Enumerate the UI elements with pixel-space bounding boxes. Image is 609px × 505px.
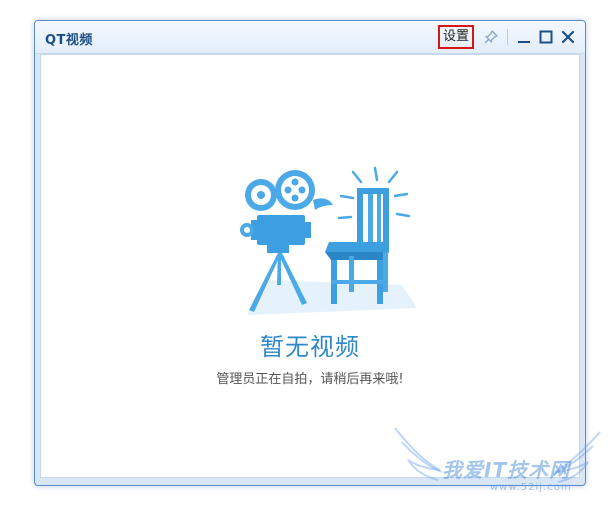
screen: QT视频 设置 暂无视频 管理员正在自拍，请稍后再来哦! 我爱IT技术网 www…: [0, 0, 609, 505]
maximize-icon: [539, 30, 553, 44]
watermark-text: 我爱IT技术网: [442, 458, 571, 482]
settings-button[interactable]: 设置: [437, 25, 474, 49]
close-icon: [561, 30, 575, 44]
close-button[interactable]: [557, 26, 579, 48]
pin-icon: [484, 30, 498, 44]
empty-state-illustration: [240, 166, 417, 315]
watermark-url: www.52ij.com: [490, 482, 572, 493]
window-title: QT视频: [45, 33, 93, 48]
chair-illustration: [325, 166, 411, 304]
watermark: 我爱IT技术网 www.52ij.com: [390, 420, 605, 505]
app-window: QT视频 设置 暂无视频 管理员正在自拍，请稍后再来哦!: [34, 20, 586, 486]
title-controls: 设置: [437, 25, 579, 49]
pin-button[interactable]: [480, 26, 502, 48]
title-bar[interactable]: QT视频 设置: [35, 21, 585, 54]
maximize-button[interactable]: [535, 26, 557, 48]
minimize-button[interactable]: [513, 26, 535, 48]
empty-state-title: 暂无视频: [260, 333, 360, 361]
controls-divider: [507, 29, 508, 45]
empty-state-subtitle: 管理员正在自拍，请稍后再来哦!: [216, 372, 404, 387]
minimize-icon: [518, 41, 530, 43]
content-area: 暂无视频 管理员正在自拍，请稍后再来哦!: [40, 54, 580, 478]
